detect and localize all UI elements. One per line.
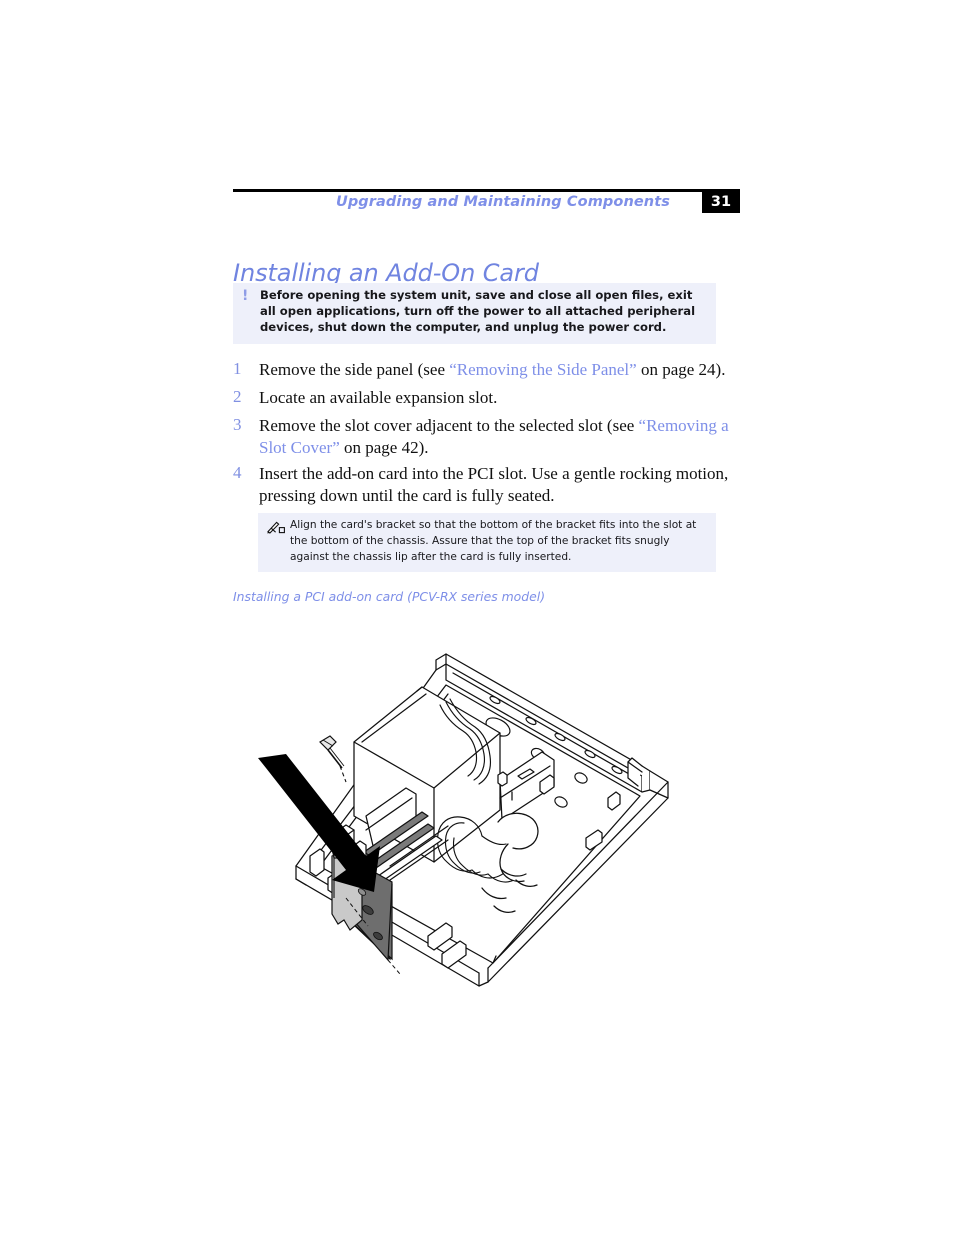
document-page: Upgrading and Maintaining Components 31 … bbox=[0, 0, 954, 1235]
exclamation-icon: ! bbox=[242, 288, 249, 304]
step-text: Remove the slot cover adjacent to the se… bbox=[259, 415, 740, 459]
text-run: on page 24). bbox=[636, 360, 726, 379]
text-run: Remove the slot cover adjacent to the se… bbox=[259, 416, 639, 435]
mounting-screw bbox=[319, 735, 345, 769]
screw-alignment-line bbox=[339, 765, 347, 783]
chassis-illustration bbox=[258, 653, 669, 987]
cross-reference-link[interactable]: “Removing the Side Panel” bbox=[449, 360, 636, 379]
step-text: Locate an available expansion slot. bbox=[259, 387, 740, 409]
text-run: Locate an available expansion slot. bbox=[259, 388, 498, 407]
step-number: 1 bbox=[233, 359, 242, 378]
caution-text: Before opening the system unit, save and… bbox=[260, 288, 696, 335]
running-header-title: Upgrading and Maintaining Components bbox=[335, 194, 670, 210]
step-number: 3 bbox=[233, 415, 242, 434]
page-number-badge: 31 bbox=[702, 191, 740, 213]
caution-callout: ! Before opening the system unit, save a… bbox=[233, 283, 716, 344]
pencil-note-icon bbox=[266, 520, 286, 534]
step-text: Insert the add-on card into the PCI slot… bbox=[259, 463, 740, 507]
note-text: Align the card's bracket so that the bot… bbox=[290, 519, 697, 564]
step-number: 2 bbox=[233, 387, 242, 406]
step-text: Remove the side panel (see “Removing the… bbox=[259, 359, 740, 381]
step-number: 4 bbox=[233, 463, 242, 482]
header-rule bbox=[233, 189, 740, 192]
text-run: on page 42). bbox=[339, 438, 429, 457]
text-run: Remove the side panel (see bbox=[259, 360, 450, 379]
note-callout: Align the card's bracket so that the bot… bbox=[258, 513, 716, 572]
text-run: Insert the add-on card into the PCI slot… bbox=[259, 464, 729, 505]
figure-caption: Installing a PCI add-on card (PCV-RX ser… bbox=[233, 589, 546, 604]
figure-add-on-card-installation bbox=[250, 630, 670, 1000]
